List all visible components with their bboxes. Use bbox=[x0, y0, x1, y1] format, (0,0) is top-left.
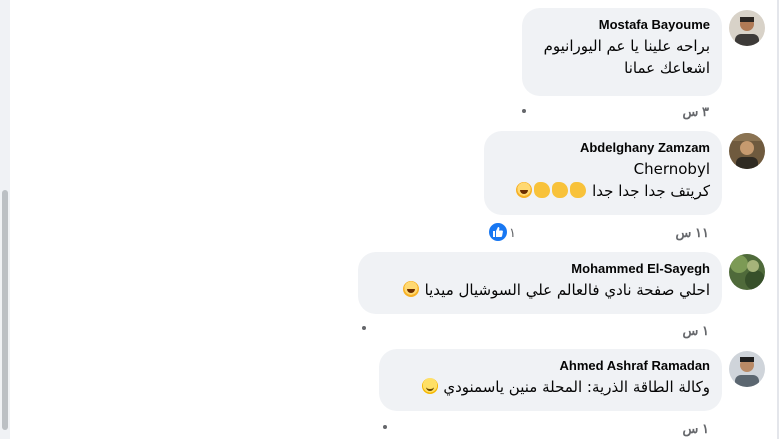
avatar[interactable] bbox=[729, 133, 765, 169]
scrollbar-track[interactable] bbox=[0, 0, 10, 439]
comment-text-line: احلي صفحة نادي فالعالم علي السوشيال ميدي… bbox=[370, 279, 710, 301]
scrollbar-thumb[interactable] bbox=[2, 190, 8, 430]
comment-text-line: براحه علينا يا عم اليورانيوم bbox=[543, 37, 710, 55]
comment-author[interactable]: Ahmed Ashraf Ramadan bbox=[391, 357, 711, 374]
comment-timestamp[interactable]: ٣ س bbox=[683, 104, 709, 120]
comment-bubble[interactable]: Mohammed El-Sayegh احلي صفحة نادي فالعال… bbox=[358, 252, 722, 314]
separator-dot bbox=[362, 326, 366, 330]
comment-author[interactable]: Abdelghany Zamzam bbox=[496, 139, 710, 156]
thumbs-up-glyph bbox=[493, 227, 503, 237]
clapping-hands-emoji-icon bbox=[534, 182, 551, 198]
comment-text: كريتف جدا جدا جدا bbox=[592, 182, 710, 200]
comment-text: وكالة الطاقة الذرية: المحلة منين ياسمنود… bbox=[443, 378, 710, 396]
comment-text-line: Chernobyl bbox=[633, 160, 710, 178]
reaction-count[interactable]: ١ bbox=[509, 225, 516, 241]
comment-text-line: وكالة الطاقة الذرية: المحلة منين ياسمنود… bbox=[391, 376, 710, 398]
comment-bubble[interactable]: Mostafa Bayoume براحه علينا يا عم اليورا… bbox=[522, 8, 722, 96]
avatar[interactable] bbox=[729, 254, 765, 290]
smiling-emoji-icon bbox=[421, 378, 438, 394]
separator-dot bbox=[522, 109, 526, 113]
comment-bubble[interactable]: Ahmed Ashraf Ramadan وكالة الطاقة الذرية… bbox=[379, 349, 722, 411]
comment-text: احلي صفحة نادي فالعالم علي السوشيال ميدي… bbox=[424, 281, 710, 299]
clapping-hands-emoji-icon bbox=[570, 182, 587, 198]
avatar-image bbox=[729, 133, 765, 169]
laughing-emoji-icon bbox=[402, 281, 419, 297]
avatar-image bbox=[729, 10, 765, 46]
avatar[interactable] bbox=[729, 351, 765, 387]
comment-timestamp[interactable]: ١ س bbox=[683, 421, 709, 437]
comment-text-line: كريتف جدا جدا جدا bbox=[496, 180, 710, 202]
clapping-hands-emoji-icon bbox=[552, 182, 569, 198]
separator-dot bbox=[383, 425, 387, 429]
comment-author[interactable]: Mostafa Bayoume bbox=[534, 16, 710, 33]
avatar[interactable] bbox=[729, 10, 765, 46]
comment-text-line: اشعاعك عمانا bbox=[624, 59, 710, 77]
comment-author[interactable]: Mohammed El-Sayegh bbox=[370, 260, 710, 277]
comment-bubble[interactable]: Abdelghany Zamzam Chernobyl كريتف جدا جد… bbox=[484, 131, 722, 215]
like-reaction-icon[interactable] bbox=[487, 221, 509, 243]
avatar-image bbox=[729, 254, 765, 290]
comment-timestamp[interactable]: ١ س bbox=[683, 323, 709, 339]
laughing-emoji-icon bbox=[516, 182, 533, 198]
comment-timestamp[interactable]: ١١ س bbox=[676, 225, 709, 241]
avatar-image bbox=[729, 351, 765, 387]
